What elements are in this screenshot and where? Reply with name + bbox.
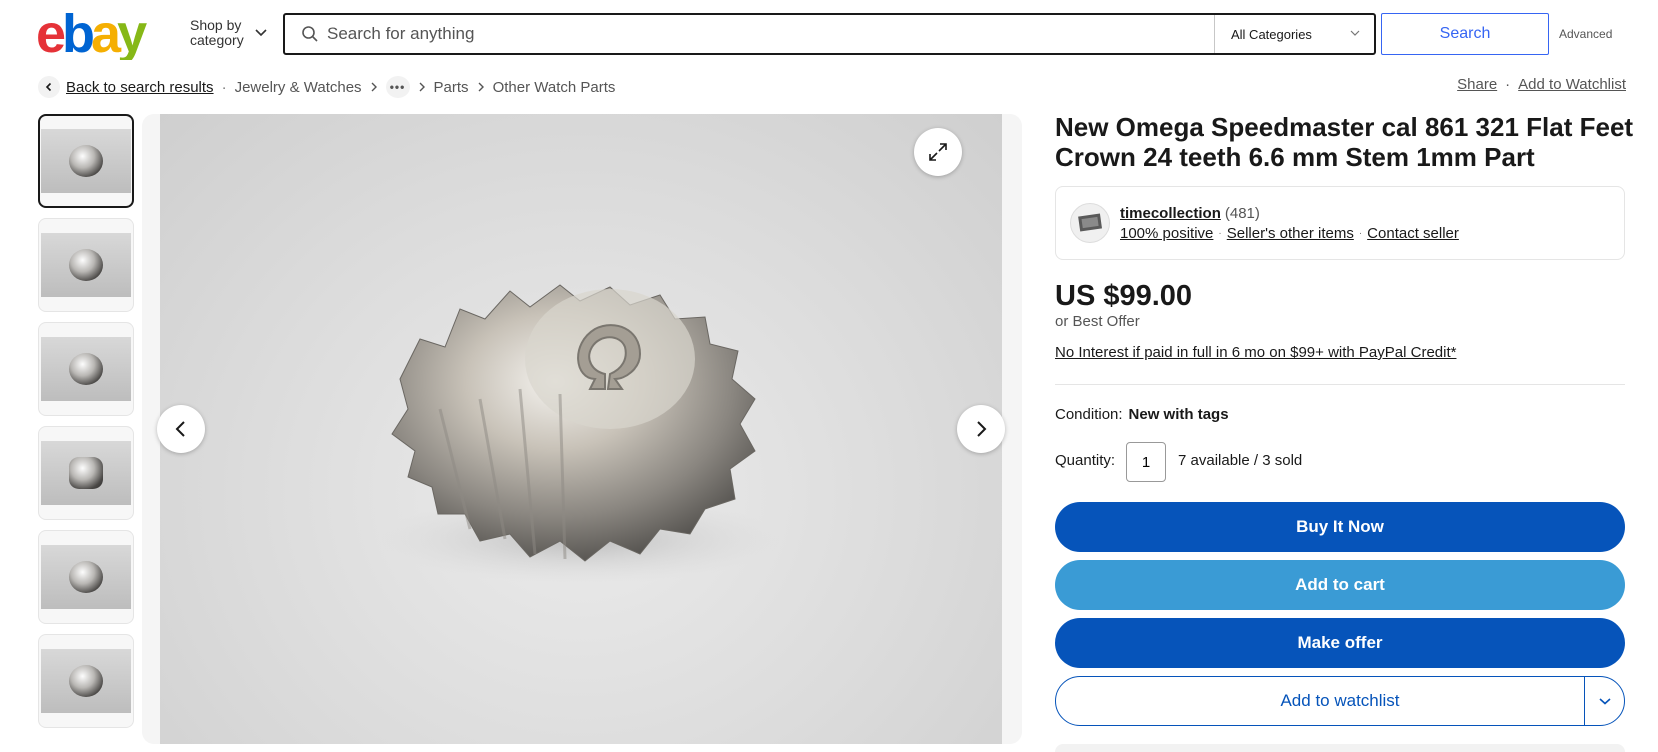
seller-links: 100% positive · Seller's other items · C…: [1120, 225, 1459, 242]
shop-by-category[interactable]: Shop by category: [190, 18, 267, 48]
main-image-viewer[interactable]: [142, 114, 1022, 744]
thumbnail-image: [41, 337, 131, 401]
search-button[interactable]: Search: [1381, 13, 1549, 55]
chevron-right-icon: [418, 82, 426, 92]
divider: [1055, 384, 1625, 385]
add-to-cart-button[interactable]: Add to cart: [1055, 560, 1625, 610]
availability-text: 7 available / 3 sold: [1178, 452, 1303, 469]
price: US $99.00: [1055, 280, 1193, 312]
thumbnail-strip: [38, 114, 134, 738]
chevron-right-icon: [977, 421, 987, 437]
bottom-panel-edge: [1055, 744, 1625, 752]
back-arrow-icon[interactable]: [38, 76, 60, 98]
breadcrumb-item-parts[interactable]: Parts: [434, 79, 469, 96]
separator-dot: ·: [1505, 76, 1511, 93]
condition-value: New with tags: [1128, 406, 1229, 423]
next-image-button[interactable]: [957, 405, 1005, 453]
top-actions: Share · Add to Watchlist: [1457, 76, 1626, 93]
chevron-down-icon: [1350, 30, 1360, 36]
chevron-left-icon: [175, 421, 185, 437]
breadcrumb-item-other-watch-parts[interactable]: Other Watch Parts: [493, 79, 616, 96]
thumbnail-image: [41, 233, 131, 297]
search-bar: All Categories: [283, 13, 1376, 55]
make-offer-button[interactable]: Make offer: [1055, 618, 1625, 668]
thumbnail-image: [41, 545, 131, 609]
add-to-watchlist-label: Add to watchlist: [1280, 691, 1400, 710]
previous-image-button[interactable]: [157, 405, 205, 453]
paypal-credit-link[interactable]: No Interest if paid in full in 6 mo on $…: [1055, 344, 1456, 361]
thumbnail-image: [41, 441, 131, 505]
thumbnail-3[interactable]: [38, 322, 134, 416]
category-select[interactable]: All Categories: [1214, 15, 1374, 53]
quantity-label: Quantity:: [1055, 452, 1116, 469]
separator-dot: ·: [1358, 228, 1363, 239]
seller-positive-link[interactable]: 100% positive: [1120, 225, 1213, 242]
chevron-down-icon: [1598, 698, 1611, 705]
header: ebay Shop by category All Categories Sea…: [0, 0, 1658, 68]
chevron-right-icon: [477, 82, 485, 92]
svg-text:ebay: ebay: [36, 8, 147, 60]
back-to-search-link[interactable]: Back to search results: [66, 79, 214, 96]
thumbnail-6[interactable]: [38, 634, 134, 728]
seller-card: timecollection (481) 100% positive · Sell…: [1055, 186, 1625, 260]
thumbnail-2[interactable]: [38, 218, 134, 312]
add-to-watchlist-button[interactable]: Add to watchlist: [1055, 676, 1625, 726]
expand-image-button[interactable]: [914, 128, 962, 176]
advanced-search-link[interactable]: Advanced: [1559, 27, 1612, 41]
search-icon: [302, 26, 318, 42]
share-link[interactable]: Share: [1457, 76, 1497, 93]
seller-info: timecollection (481): [1120, 205, 1260, 222]
separator-dot: ·: [221, 78, 227, 96]
thumbnail-5[interactable]: [38, 530, 134, 624]
separator-dot: ·: [1218, 228, 1222, 239]
seller-feedback-count[interactable]: (481): [1225, 205, 1260, 222]
add-to-watchlist-link[interactable]: Add to Watchlist: [1518, 76, 1626, 93]
watch-crown-image: [380, 284, 780, 584]
seller-avatar[interactable]: [1070, 203, 1110, 243]
breadcrumb-item-jewelry-watches[interactable]: Jewelry & Watches: [235, 79, 362, 96]
ebay-logo[interactable]: ebay: [36, 8, 156, 60]
seller-other-items-link[interactable]: Seller's other items: [1227, 225, 1354, 242]
best-offer-label: or Best Offer: [1055, 313, 1140, 330]
chevron-right-icon: [370, 82, 378, 92]
product-photo: [160, 114, 1002, 744]
buy-it-now-button[interactable]: Buy It Now: [1055, 502, 1625, 552]
listing-title: New Omega Speedmaster cal 861 321 Flat F…: [1055, 112, 1634, 172]
breadcrumb: Back to search results · Jewelry & Watch…: [38, 76, 615, 98]
condition-label: Condition:: [1055, 406, 1123, 423]
thumbnail-4[interactable]: [38, 426, 134, 520]
seller-name-link[interactable]: timecollection: [1120, 205, 1221, 222]
chevron-down-icon: [255, 29, 267, 37]
expand-icon: [929, 143, 947, 161]
watchlist-options-button[interactable]: [1584, 677, 1624, 725]
quantity-input[interactable]: [1126, 442, 1166, 482]
search-input[interactable]: [327, 16, 1214, 52]
thumbnail-1[interactable]: [38, 114, 134, 208]
breadcrumb-more-button[interactable]: •••: [385, 76, 410, 98]
condition-row: Condition: New with tags: [1055, 406, 1229, 423]
thumbnail-image: [41, 129, 131, 193]
contact-seller-link[interactable]: Contact seller: [1367, 225, 1459, 242]
thumbnail-image: [41, 649, 131, 713]
